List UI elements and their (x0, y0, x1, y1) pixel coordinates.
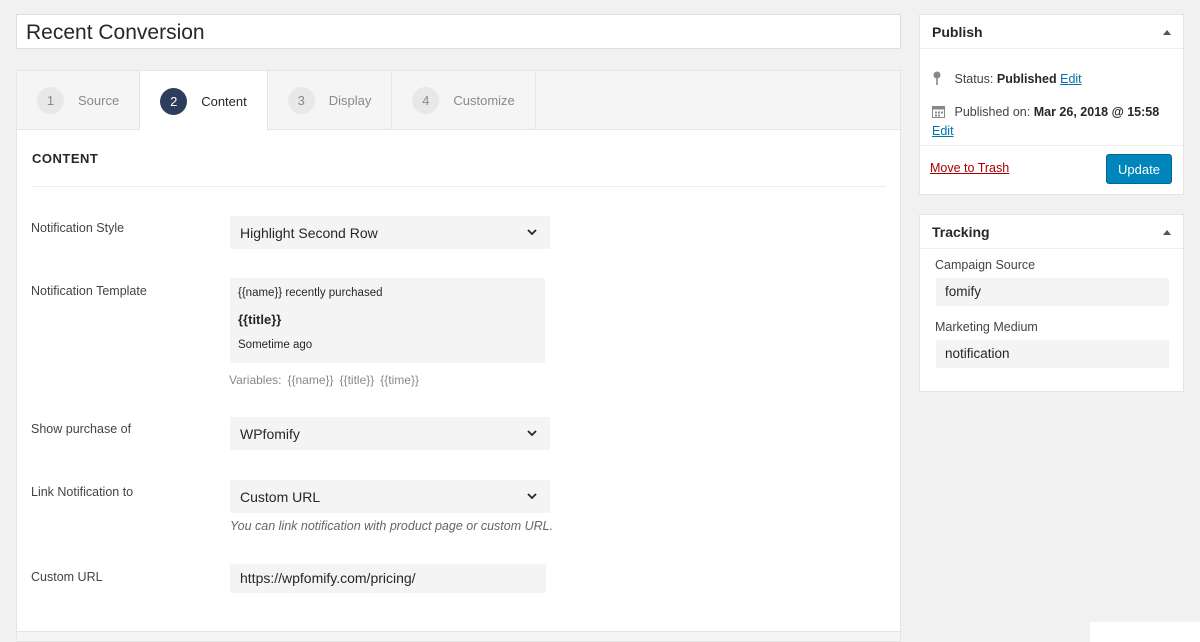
edit-date-link[interactable]: Edit (932, 124, 954, 138)
variable-time: {{time}} (380, 373, 419, 387)
variable-title: {{title}} (339, 373, 375, 387)
chevron-down-icon (527, 229, 537, 236)
step-number: 1 (37, 87, 64, 114)
step-number: 3 (287, 87, 315, 114)
published-on-row: Published on: Mar 26, 2018 @ 15:58 Edit (932, 103, 1177, 141)
step-label: Source (78, 93, 120, 108)
step-display[interactable]: 3 Display (268, 71, 393, 130)
link-notification-select[interactable]: Custom URL (230, 480, 550, 513)
post-title-input[interactable]: Recent Conversion (16, 14, 901, 49)
steps-nav: 1 Source 2 Content 3 Display 4 Customize (17, 71, 900, 131)
tracking-header[interactable]: Tracking (920, 215, 1183, 249)
publish-heading: Publish (932, 24, 983, 40)
notification-template-label: Notification Template (31, 284, 147, 298)
status-row: Status: Published Edit (932, 71, 1082, 86)
step-number: 4 (412, 87, 440, 114)
page: Recent Conversion 1 Source 2 Content 3 D… (0, 0, 1200, 642)
content-area: CONTENT (17, 130, 900, 187)
notification-style-select[interactable]: Highlight Second Row (230, 216, 550, 249)
marketing-medium-input[interactable]: notification (936, 340, 1169, 368)
link-notification-value: Custom URL (240, 488, 321, 505)
step-content[interactable]: 2 Content (140, 71, 268, 131)
template-line-1: {{name}} recently purchased (238, 287, 383, 299)
collapse-arrow-icon[interactable] (1163, 30, 1171, 35)
status-value: Published (996, 72, 1057, 86)
published-on-value: Mar 26, 2018 @ 15:58 (1033, 105, 1160, 119)
update-button[interactable]: Update (1106, 154, 1172, 184)
variables-prefix: Variables: (229, 373, 282, 387)
published-on-label: Published on: (954, 105, 1031, 119)
calendar-icon (932, 106, 945, 118)
template-line-2: {{title}} (238, 312, 282, 327)
chevron-down-icon (527, 430, 537, 437)
pin-icon (933, 71, 941, 85)
publish-box: Publish Status: Published Edit Published… (919, 14, 1184, 195)
show-purchase-select[interactable]: WPfomify (230, 417, 550, 450)
variable-name: {{name}} (287, 373, 334, 387)
template-variables: Variables: {{name}} {{title}} {{time}} (229, 373, 425, 387)
template-line-3: Sometime ago (238, 339, 313, 351)
notification-style-label: Notification Style (31, 221, 125, 235)
panel-footer (17, 631, 900, 641)
custom-url-input[interactable]: https://wpfomify.com/pricing/ (230, 564, 546, 593)
divider (920, 145, 1183, 146)
show-purchase-label: Show purchase of (31, 422, 132, 436)
custom-url-label: Custom URL (31, 570, 103, 584)
edit-status-link[interactable]: Edit (1060, 72, 1082, 86)
link-notification-hint: You can link notification with product p… (230, 519, 554, 533)
tracking-heading: Tracking (932, 224, 990, 240)
notification-template-editor[interactable]: {{name}} recently purchased {{title}} So… (230, 278, 545, 363)
step-label: Content (201, 93, 247, 109)
link-notification-label: Link Notification to (31, 485, 134, 499)
notification-style-value: Highlight Second Row (240, 224, 378, 241)
chevron-down-icon (527, 493, 537, 500)
section-title: CONTENT (31, 130, 886, 187)
show-purchase-value: WPfomify (240, 425, 300, 442)
move-to-trash-link[interactable]: Move to Trash (930, 161, 1009, 175)
tracking-box: Tracking Campaign Source fomify Marketin… (919, 214, 1184, 392)
step-number: 2 (160, 87, 188, 115)
marketing-medium-label: Marketing Medium (935, 320, 1038, 334)
publish-header[interactable]: Publish (920, 15, 1183, 49)
step-label: Customize (453, 93, 515, 108)
step-source[interactable]: 1 Source (17, 71, 141, 130)
step-customize[interactable]: 4 Customize (392, 71, 536, 130)
corner-block (1090, 622, 1200, 642)
collapse-arrow-icon[interactable] (1163, 230, 1171, 235)
campaign-source-label: Campaign Source (935, 258, 1036, 272)
campaign-source-input[interactable]: fomify (936, 278, 1169, 306)
step-label: Display (328, 93, 372, 108)
status-label: Status: (954, 72, 994, 86)
